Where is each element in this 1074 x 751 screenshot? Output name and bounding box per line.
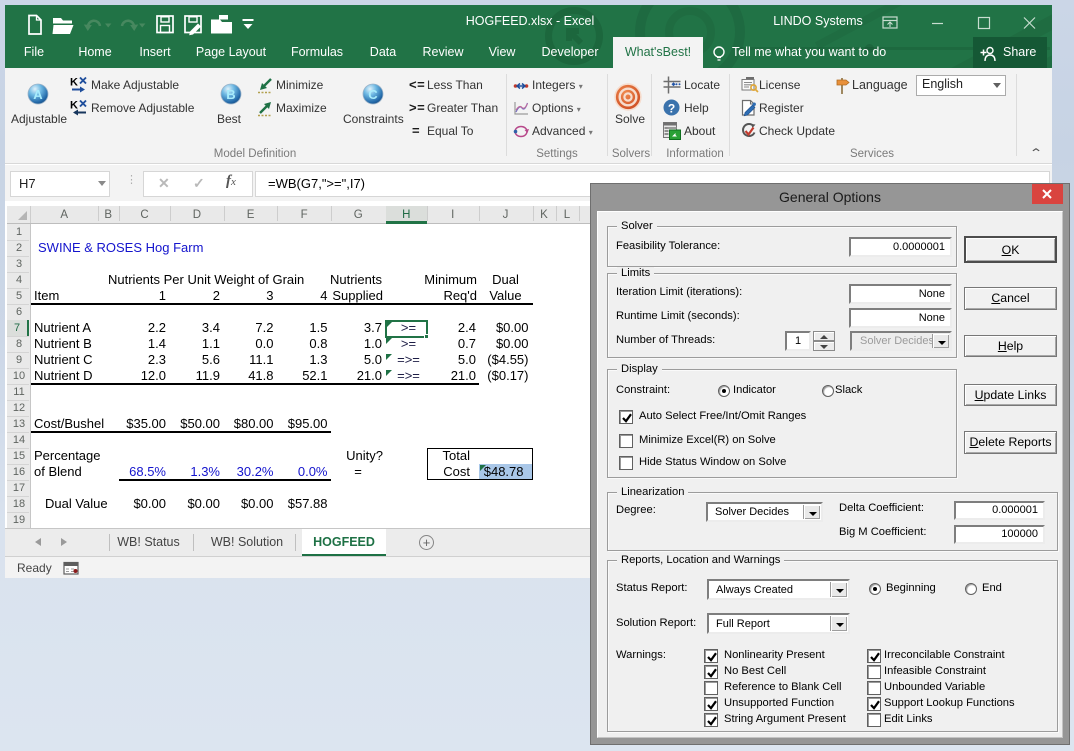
svg-text:K: K xyxy=(70,100,78,112)
svg-text:?: ? xyxy=(668,102,675,116)
svg-text:K: K xyxy=(70,77,78,89)
svg-text:C: C xyxy=(368,87,378,102)
svg-text:B: B xyxy=(226,87,235,102)
svg-text:A: A xyxy=(33,87,43,102)
